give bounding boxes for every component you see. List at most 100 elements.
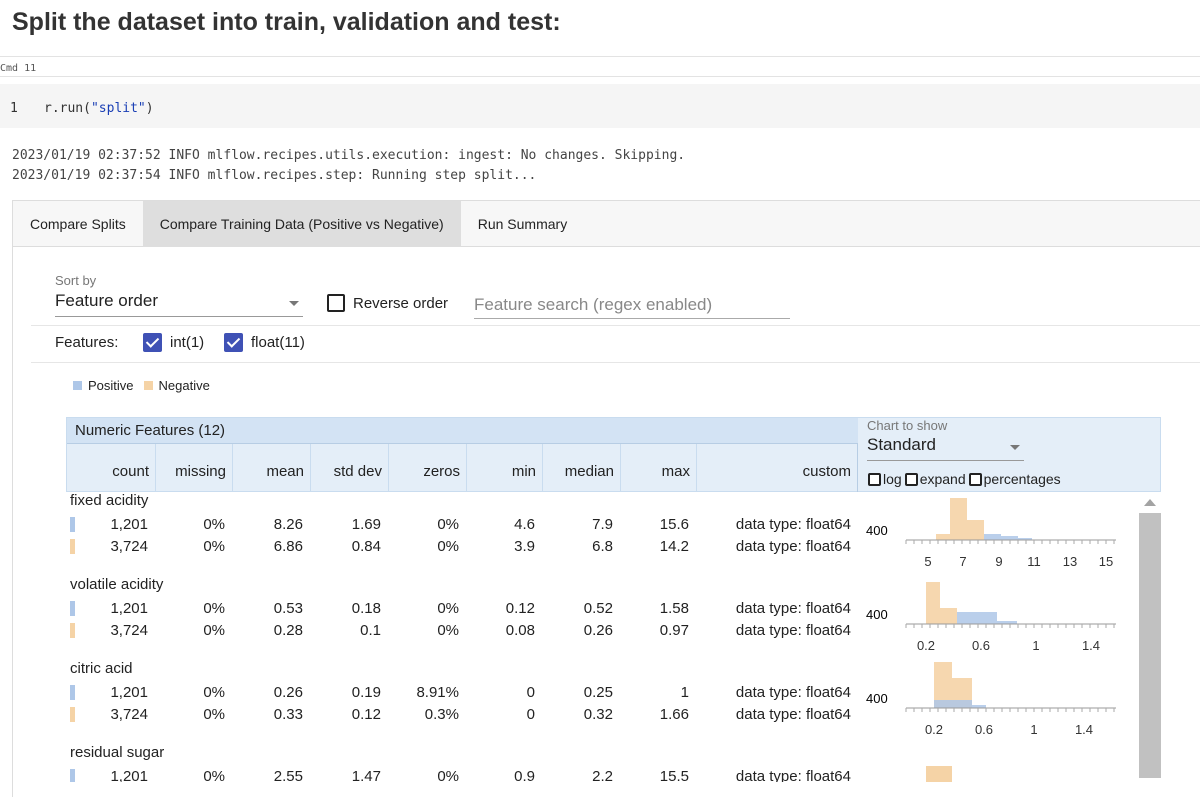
- feature-filter-int[interactable]: int(1): [143, 333, 204, 352]
- col-header-max[interactable]: max: [621, 444, 697, 492]
- code-line[interactable]: r.run("split"): [44, 101, 154, 116]
- cell-custom: data type: float64: [735, 600, 851, 617]
- col-header-zeros[interactable]: zeros: [389, 444, 467, 492]
- cell-custom: data type: float64: [735, 538, 851, 555]
- cell-zeros: 0%: [437, 516, 459, 533]
- cell-mean: 0.53: [273, 600, 303, 617]
- cell-median: 0.26: [583, 622, 613, 639]
- col-header-count[interactable]: count: [67, 444, 156, 492]
- feature-name: residual sugar: [70, 744, 165, 761]
- col-header-std-dev[interactable]: std dev: [311, 444, 389, 492]
- feature-rows: fixed acidity 1,201 0% 8.26 1.69 0% 4.6 7.9 15.6…: [66, 492, 1146, 782]
- histogram-chart: 400 0.2 0.6 1 1.4: [866, 662, 1116, 737]
- cell-missing: 0%: [203, 600, 225, 617]
- reverse-order-toggle[interactable]: Reverse order: [327, 294, 448, 312]
- cell-count: 1,201: [110, 516, 148, 533]
- negative-bar: [936, 534, 950, 540]
- int-label: int(1): [170, 334, 205, 351]
- feature-name: citric acid: [70, 660, 133, 677]
- x-tick-label: 1.4: [1082, 638, 1100, 653]
- cell-std-dev: 1.69: [351, 516, 381, 533]
- chart-option-expand[interactable]: expand: [904, 471, 966, 487]
- cell-custom: data type: float64: [735, 768, 851, 782]
- scroll-up-arrow-icon[interactable]: [1144, 499, 1156, 506]
- cell-std-dev: 0.1: [360, 622, 381, 639]
- code-string: "split": [90, 101, 146, 116]
- histogram-chart: 400 5 7 9 11 13 15: [866, 498, 1116, 569]
- cell-custom: data type: float64: [735, 706, 851, 723]
- feature-search-input[interactable]: [474, 291, 790, 319]
- cell-median: 0.52: [583, 600, 613, 617]
- negative-bar: [967, 520, 984, 540]
- negative-bar: [926, 766, 952, 782]
- expand-checkbox[interactable]: [904, 472, 918, 486]
- cell-max: 0.97: [659, 622, 689, 639]
- line-number: 1: [10, 101, 18, 116]
- cell-mean: 6.86: [273, 538, 303, 555]
- log-line: 2023/01/19 02:37:54 INFO mlflow.recipes.…: [12, 168, 537, 183]
- cell-min: 0.08: [505, 622, 535, 639]
- table-header: Numeric Features (12) count missing mean…: [66, 417, 1161, 492]
- tab-run-summary[interactable]: Run Summary: [461, 201, 584, 247]
- features-label: Features:: [55, 334, 119, 351]
- legend-swatch: [73, 381, 82, 390]
- log-label: log: [883, 471, 902, 487]
- y-tick-label: 400: [866, 607, 888, 622]
- cell-median: 7.9: [592, 516, 613, 533]
- cell-zeros: 0%: [437, 538, 459, 555]
- cell-count: 3,724: [110, 706, 148, 723]
- code-cell[interactable]: 1 r.run("split"): [0, 84, 1200, 128]
- x-tick-label: 0.2: [925, 722, 943, 737]
- cell-output-log: 2023/01/19 02:37:52 INFO mlflow.recipes.…: [12, 146, 685, 186]
- cell-std-dev: 0.84: [351, 538, 381, 555]
- cell-median: 6.8: [592, 538, 613, 555]
- tab-compare-training-data[interactable]: Compare Training Data (Positive vs Negat…: [142, 201, 461, 247]
- cell-zeros: 0.3%: [424, 706, 459, 723]
- cell-mean: 0.33: [273, 706, 303, 723]
- log-line: 2023/01/19 02:37:52 INFO mlflow.recipes.…: [12, 148, 686, 163]
- scrollbar[interactable]: [1139, 493, 1161, 778]
- negative-bar: [940, 608, 957, 624]
- positive-bar: [957, 612, 997, 624]
- cell-custom: data type: float64: [735, 684, 851, 701]
- chart-to-show-label: Chart to show: [867, 418, 948, 433]
- cell-missing: 0%: [203, 538, 225, 555]
- reverse-order-label: Reverse order: [353, 294, 449, 312]
- col-header-min[interactable]: min: [467, 444, 543, 492]
- cell-max: 1.58: [659, 600, 689, 617]
- cell-max: 15.5: [659, 768, 689, 782]
- cell-zeros: 0%: [437, 768, 459, 782]
- positive-bar: [1001, 536, 1018, 540]
- col-header-missing[interactable]: missing: [156, 444, 233, 492]
- legend-label: Negative: [158, 378, 210, 393]
- cell-missing: 0%: [203, 622, 225, 639]
- positive-bar: [934, 700, 972, 708]
- float-checkbox[interactable]: [224, 333, 243, 352]
- log-checkbox[interactable]: [868, 472, 881, 486]
- sort-by-label: Sort by: [55, 273, 97, 288]
- table-row: 3,724 0% 0.33 0.12 0.3% 0 0.32 1.66 data type: f…: [66, 704, 866, 726]
- legend-swatch: [143, 381, 153, 390]
- cell-missing: 0%: [203, 684, 225, 701]
- chart-to-show-select[interactable]: Standard: [867, 435, 1024, 461]
- sort-by-select[interactable]: Feature order: [55, 291, 303, 317]
- table-title: Numeric Features (12): [67, 418, 858, 444]
- col-header-median[interactable]: median: [543, 444, 621, 492]
- col-header-custom[interactable]: custom: [697, 444, 858, 492]
- chart-option-log[interactable]: log: [868, 471, 902, 487]
- cell-min: 3.9: [514, 538, 535, 555]
- chart-options: log expand percentages: [868, 471, 1064, 487]
- col-header-mean[interactable]: mean: [233, 444, 311, 492]
- cell-max: 14.2: [659, 538, 689, 555]
- cell-zeros: 0%: [437, 622, 459, 639]
- chart-option-percentages[interactable]: percentages: [968, 471, 1061, 487]
- tab-compare-splits[interactable]: Compare Splits: [13, 201, 143, 247]
- cell-min: 0: [526, 706, 535, 723]
- int-checkbox[interactable]: [143, 333, 162, 352]
- percentages-checkbox[interactable]: [968, 472, 982, 486]
- chevron-down-icon: [1010, 445, 1020, 450]
- scroll-thumb[interactable]: [1139, 513, 1161, 778]
- feature-filter-float[interactable]: float(11): [224, 333, 305, 352]
- cell-mean: 0.28: [273, 622, 303, 639]
- reverse-order-checkbox[interactable]: [327, 294, 345, 312]
